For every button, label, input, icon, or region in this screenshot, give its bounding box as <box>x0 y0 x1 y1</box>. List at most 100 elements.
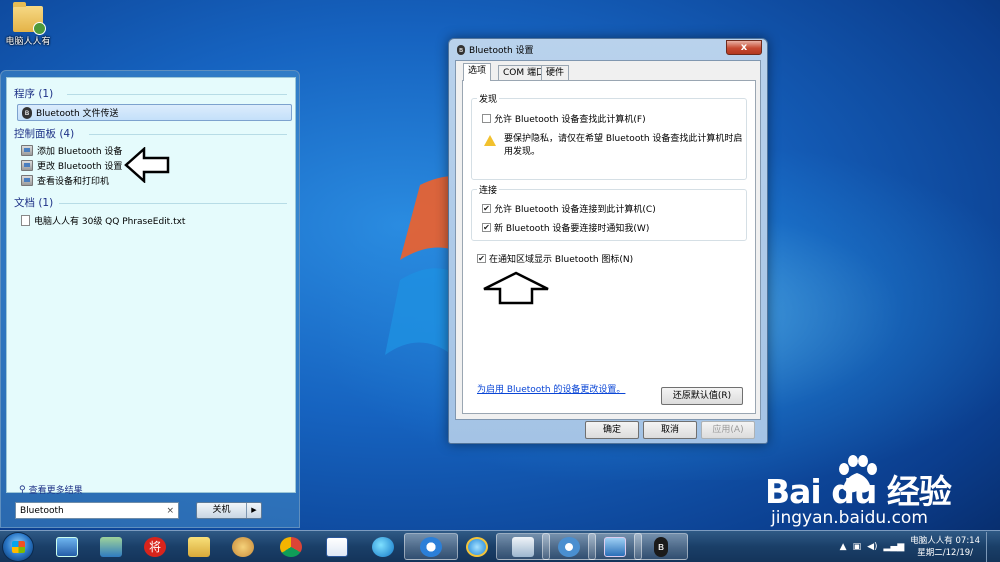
control-panel-icon <box>21 175 33 186</box>
ok-button[interactable]: 确定 <box>585 421 639 439</box>
notify-connect-checkbox[interactable]: ✔ 新 Bluetooth 设备要连接时通知我(W) <box>482 221 649 234</box>
tab-hardware[interactable]: 硬件 <box>541 65 570 81</box>
explorer-icon <box>512 536 534 557</box>
desktop-icon-label: 电脑人人有 <box>5 37 51 47</box>
sogou-icon <box>420 536 442 557</box>
result-label: 查看设备和打印机 <box>37 177 110 187</box>
section-divider <box>67 94 287 95</box>
text-document-icon <box>21 215 30 226</box>
start-button[interactable] <box>2 532 34 562</box>
clock-date: 星期二/12/19/ <box>917 548 974 558</box>
search-results-pane: 程序 (1) ʙ Bluetooth 文件传送 控制面板 (4) 添加 Blue… <box>6 77 296 497</box>
allow-discovery-checkbox[interactable]: 允许 Bluetooth 设备查找此计算机(F) <box>482 112 646 125</box>
change-device-settings-link[interactable]: 为启用 Bluetooth 的设备更改设置。 <box>477 382 625 395</box>
ie-icon <box>466 536 488 557</box>
checkbox-label: 新 Bluetooth 设备要连接时通知我(W) <box>494 224 650 234</box>
section-divider <box>59 203 287 204</box>
search-input[interactable]: Bluetooth × <box>15 502 179 519</box>
computer-icon <box>604 536 626 557</box>
device-icon[interactable]: ▣ <box>853 542 862 552</box>
dialog-title: Bluetooth 设置 <box>469 46 534 56</box>
warning-icon <box>484 135 496 146</box>
annotation-arrow-up <box>483 271 549 305</box>
control-panel-icon <box>21 145 33 156</box>
chrome-icon <box>280 536 302 557</box>
search-value: Bluetooth <box>20 505 64 516</box>
show-desktop-button[interactable] <box>986 532 996 562</box>
discovery-group-label: 发现 <box>477 92 500 105</box>
checkbox-box: ✔ <box>477 254 486 263</box>
connections-group-label: 连接 <box>477 183 500 196</box>
annotation-arrow-left <box>124 147 170 183</box>
cancel-button[interactable]: 取消 <box>643 421 697 439</box>
folder-icon <box>188 536 210 557</box>
desktop-icon <box>56 536 78 557</box>
bluetooth-icon: ʙ <box>654 536 668 557</box>
result-devices-and-printers[interactable]: 查看设备和打印机 <box>21 174 109 187</box>
taskbar-paint[interactable] <box>216 533 270 560</box>
user-badge-icon <box>33 22 46 35</box>
discovery-group: 发现 允许 Bluetooth 设备查找此计算机(F) 要保护隐私，请仅在希望 … <box>471 92 747 180</box>
show-hidden-icons-icon[interactable]: ▲ <box>840 542 847 552</box>
start-menu: 程序 (1) ʙ Bluetooth 文件传送 控制面板 (4) 添加 Blue… <box>0 70 300 528</box>
result-document[interactable]: 电脑人人有 30级 QQ PhraseEdit.txt <box>21 214 185 227</box>
dialog-body: 选项 COM 端口 硬件 发现 允许 Bluetooth 设备查找此计算机(F)… <box>455 60 761 420</box>
checkbox-label: 允许 Bluetooth 设备连接到此计算机(C) <box>494 205 656 215</box>
see-more-label: 查看更多结果 <box>28 486 83 496</box>
chess-icon: 将 <box>144 536 166 557</box>
taskbar: 将 ʙ ▲ ▣ ◀) ▂▄▆ 电脑人人有 07:14 星期二/12/19/ <box>0 530 1000 562</box>
search-icon: ⚲ <box>19 484 26 495</box>
checkbox-box <box>482 114 491 123</box>
result-label: 更改 Bluetooth 设置 <box>37 162 123 172</box>
folder-icon <box>13 2 46 35</box>
options-panel: 发现 允许 Bluetooth 设备查找此计算机(F) 要保护隐私，请仅在希望 … <box>462 80 756 414</box>
paint-icon <box>232 536 254 557</box>
clock-time: 电脑人人有 07:14 <box>910 536 980 546</box>
result-label: 电脑人人有 30级 QQ PhraseEdit.txt <box>34 217 186 227</box>
result-label: 添加 Bluetooth 设备 <box>37 147 123 157</box>
connections-group: 连接 ✔ 允许 Bluetooth 设备连接到此计算机(C) ✔ 新 Bluet… <box>471 183 747 241</box>
shutdown-button[interactable]: 关机 ▶ <box>196 502 262 519</box>
control-panel-icon <box>21 160 33 171</box>
allow-connect-checkbox[interactable]: ✔ 允许 Bluetooth 设备连接到此计算机(C) <box>482 202 656 215</box>
bluetooth-icon: ʙ <box>22 106 32 119</box>
result-label: Bluetooth 文件传送 <box>36 109 119 119</box>
shutdown-label: 关机 <box>197 503 247 518</box>
restore-defaults-button[interactable]: 还原默认值(R) <box>661 387 743 405</box>
taskbar-edge[interactable] <box>356 533 410 560</box>
bluetooth-icon: ʙ <box>457 44 465 55</box>
privacy-warning-text: 要保护隐私，请仅在希望 Bluetooth 设备查找此计算机时启用发现。 <box>504 134 743 157</box>
media-icon <box>558 536 580 557</box>
shutdown-options-arrow-icon[interactable]: ▶ <box>247 503 261 518</box>
show-tray-icon-checkbox[interactable]: ✔ 在通知区域显示 Bluetooth 图标(N) <box>477 252 633 265</box>
network-icon[interactable]: ▂▄▆ <box>884 542 905 552</box>
control-panel-icon <box>100 536 122 557</box>
section-control-panel: 控制面板 (4) <box>14 128 75 140</box>
tab-options[interactable]: 选项 <box>463 63 492 81</box>
checkbox-box: ✔ <box>482 204 491 213</box>
baidu-jingyan-watermark: Bai du 经验 jingyan.baidu.com <box>765 455 980 535</box>
desktop-folder-shortcut[interactable]: 电脑人人有 <box>2 2 54 47</box>
clock[interactable]: 电脑人人有 07:14 星期二/12/19/ <box>910 535 980 559</box>
result-bluetooth-file-transfer[interactable]: ʙ Bluetooth 文件传送 <box>17 104 292 121</box>
apply-button: 应用(A) <box>701 421 755 439</box>
bluetooth-settings-dialog: ʙ Bluetooth 设置 x 选项 COM 端口 硬件 发现 允许 Blue… <box>448 38 768 444</box>
dialog-titlebar[interactable]: ʙ Bluetooth 设置 <box>457 43 534 56</box>
checkbox-label: 允许 Bluetooth 设备查找此计算机(F) <box>494 115 646 125</box>
taskbar-bluetooth[interactable]: ʙ <box>634 533 688 560</box>
see-more-results[interactable]: ⚲ 查看更多结果 <box>19 483 83 497</box>
result-add-bluetooth-device[interactable]: 添加 Bluetooth 设备 <box>21 144 122 157</box>
section-documents: 文档 (1) <box>14 197 54 209</box>
checkbox-label: 在通知区域显示 Bluetooth 图标(N) <box>489 255 634 265</box>
section-divider <box>89 134 287 135</box>
edge-icon <box>372 536 394 557</box>
section-programs: 程序 (1) <box>14 88 54 100</box>
volume-icon[interactable]: ◀) <box>867 542 877 552</box>
word-icon <box>326 536 348 557</box>
checkbox-box: ✔ <box>482 223 491 232</box>
baidu-url: jingyan.baidu.com <box>771 508 928 528</box>
close-button[interactable]: x <box>726 40 762 55</box>
system-tray: ▲ ▣ ◀) ▂▄▆ 电脑人人有 07:14 星期二/12/19/ <box>840 531 996 562</box>
clear-search-icon[interactable]: × <box>166 506 174 516</box>
result-change-bluetooth-settings[interactable]: 更改 Bluetooth 设置 <box>21 159 122 172</box>
